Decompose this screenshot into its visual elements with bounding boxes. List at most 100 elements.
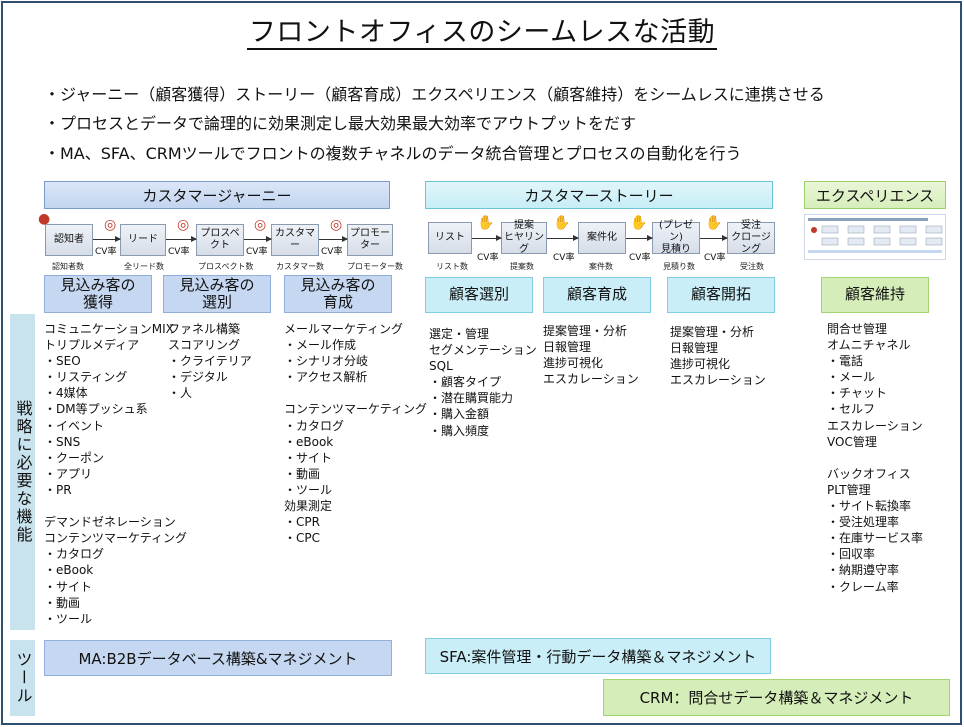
list-item: セグメンテーション xyxy=(429,343,537,358)
list-item: ・在庫サービス率 xyxy=(827,531,924,546)
story-cv-3: CV率 xyxy=(629,253,651,263)
list-item: エスカレーション xyxy=(543,372,639,387)
list-item: VOC管理 xyxy=(827,434,877,449)
list-item: ・メール xyxy=(827,370,876,385)
list-item: オムニチャネル xyxy=(827,338,911,353)
list-item: バックオフィス xyxy=(827,466,911,481)
handshake-icon: ✋ xyxy=(630,215,648,231)
journey-cv-1: CV率 xyxy=(95,247,117,257)
story-arrow-1 xyxy=(472,235,502,241)
list-item: ・人 xyxy=(168,386,193,401)
story-count-4: 見積り数 xyxy=(663,262,695,271)
list-item: ・回収率 xyxy=(827,547,876,562)
subhead-customer-develop: 顧客開拓 xyxy=(667,277,775,313)
list-item: ・リスティング xyxy=(44,370,128,385)
list-item: ・イベント xyxy=(44,418,105,433)
list-item: ・シナリオ分岐 xyxy=(284,354,369,369)
list-item: ・サイト xyxy=(284,450,333,465)
story-arrow-4 xyxy=(700,235,728,241)
list-item: ・購入金額 xyxy=(429,407,490,422)
list-item: ・デジタル xyxy=(168,370,228,385)
list-item: コンテンツマーケティング xyxy=(284,402,428,417)
list-item: ・eBook xyxy=(44,563,94,578)
list-item: 提案管理・分析 xyxy=(543,324,628,338)
list-item: ・購入頻度 xyxy=(429,423,490,438)
section-story: カスタマーストーリー xyxy=(425,181,773,209)
story-step-4: (プレゼン) 見積り xyxy=(652,220,700,255)
journey-cv-2: CV率 xyxy=(168,247,190,257)
journey-count-5: プロモーター数 xyxy=(347,262,403,271)
story-count-3: 案件数 xyxy=(589,262,613,271)
target-icon: ◎ xyxy=(104,217,117,233)
tool-sfa: SFA:案件管理・行動データ構築＆マネジメント xyxy=(425,638,771,674)
list-item: ・サイト転換率 xyxy=(827,499,912,514)
bullet-1: ・ジャーニー（顧客獲得）ストーリー（顧客育成）エクスペリエンス（顧客維持）をシー… xyxy=(44,85,825,104)
list-item: 進捗可視化 xyxy=(543,356,604,371)
list-item: ・顧客タイプ xyxy=(429,375,502,390)
list-item: ・CPC xyxy=(284,531,320,546)
list-item: ・メール作成 xyxy=(284,338,357,353)
list-item: スコアリング xyxy=(168,338,241,353)
story-count-1: リスト数 xyxy=(436,262,468,271)
list-item: ・サイト xyxy=(44,579,93,594)
story-arrow-3 xyxy=(626,235,653,241)
journey-step-1: 認知者 xyxy=(45,224,93,256)
list-acquire: コミュニケーションMIX トリプルメディア ・SEO ・リスティング ・4媒体 ・DM等プ… xyxy=(44,321,187,627)
journey-count-1: 認知者数 xyxy=(52,262,84,271)
story-count-2: 提案数 xyxy=(510,262,534,271)
story-count-5: 受注数 xyxy=(740,262,764,271)
list-customer-nurture: 提案管理・分析 日報管理 進捗可視化 エスカレーション xyxy=(543,323,639,387)
list-item: ・受注処理率 xyxy=(827,515,900,530)
list-item: 問合せ管理 xyxy=(827,322,888,336)
list-item: ・eBook xyxy=(284,434,334,449)
journey-arrow-4 xyxy=(319,236,348,242)
list-item: デマンドゼネレーション xyxy=(44,515,176,530)
list-item: ・納期遵守率 xyxy=(827,563,900,578)
list-customer-select: 選定・管理 セグメンテーション SQL ・顧客タイプ ・潜在購買能力 ・購入金額 ・購入頻度 xyxy=(429,326,537,439)
handshake-icon: ✋ xyxy=(477,215,495,231)
side-label-tools: ツール xyxy=(10,640,35,716)
list-item xyxy=(284,385,427,401)
journey-arrow-2 xyxy=(166,236,197,242)
list-item: 効果測定 xyxy=(284,499,333,514)
list-item: ・クレーム率 xyxy=(827,579,899,594)
target-icon: ◎ xyxy=(177,217,190,233)
list-item: 選定・管理 xyxy=(429,327,490,341)
list-item: コンテンツマーケティング xyxy=(44,531,188,546)
list-item: ・SNS xyxy=(44,434,81,449)
list-item: 進捗可視化 xyxy=(670,357,731,372)
list-item: トリプルメディア xyxy=(44,338,140,353)
list-item: ・ツール xyxy=(284,482,333,497)
list-item: ・動画 xyxy=(44,595,81,610)
story-cv-1: CV率 xyxy=(477,253,499,263)
story-arrow-2 xyxy=(547,235,579,241)
list-item: 日報管理 xyxy=(543,340,592,355)
target-icon: ◎ xyxy=(330,217,343,233)
list-customer-develop: 提案管理・分析 日報管理 進捗可視化 エスカレーション xyxy=(670,324,766,388)
experience-thumbnail xyxy=(804,214,946,260)
list-item: ・ツール xyxy=(44,611,93,626)
journey-step-5: プロモーター xyxy=(347,224,393,256)
list-item: ・PR xyxy=(44,482,72,497)
list-item xyxy=(44,498,187,514)
journey-cv-3: CV率 xyxy=(246,247,268,257)
list-item: エスカレーション xyxy=(827,418,923,433)
handshake-icon: ✋ xyxy=(705,215,723,231)
handshake-icon: ✋ xyxy=(553,215,571,231)
list-customer-retain: 問合せ管理 オムニチャネル ・電話 ・メール ・チャット ・セルフ エスカレーション VOC管… xyxy=(827,321,923,595)
list-item xyxy=(827,450,923,466)
subhead-acquire: 見込み客の 獲得 xyxy=(44,275,152,313)
list-item: 提案管理・分析 xyxy=(670,325,755,339)
subhead-customer-retain: 顧客維持 xyxy=(821,277,929,313)
list-item: ・DM等プッシュ系 xyxy=(44,402,148,417)
list-item: ・動画 xyxy=(284,466,321,481)
target-icon: ◎ xyxy=(254,217,267,233)
list-item: ファネル構築 xyxy=(168,322,241,336)
tool-ma: MA:B2Bデータベース構築&マネジメント xyxy=(44,640,392,676)
story-cv-2: CV率 xyxy=(553,253,575,263)
page-title: フロントオフィスのシームレスな活動 xyxy=(246,17,718,50)
list-item: ・アクセス解析 xyxy=(284,370,368,385)
list-item: ・セルフ xyxy=(827,402,876,417)
list-item: コミュニケーションMIX xyxy=(44,322,174,336)
subhead-customer-select: 顧客選別 xyxy=(425,277,533,313)
